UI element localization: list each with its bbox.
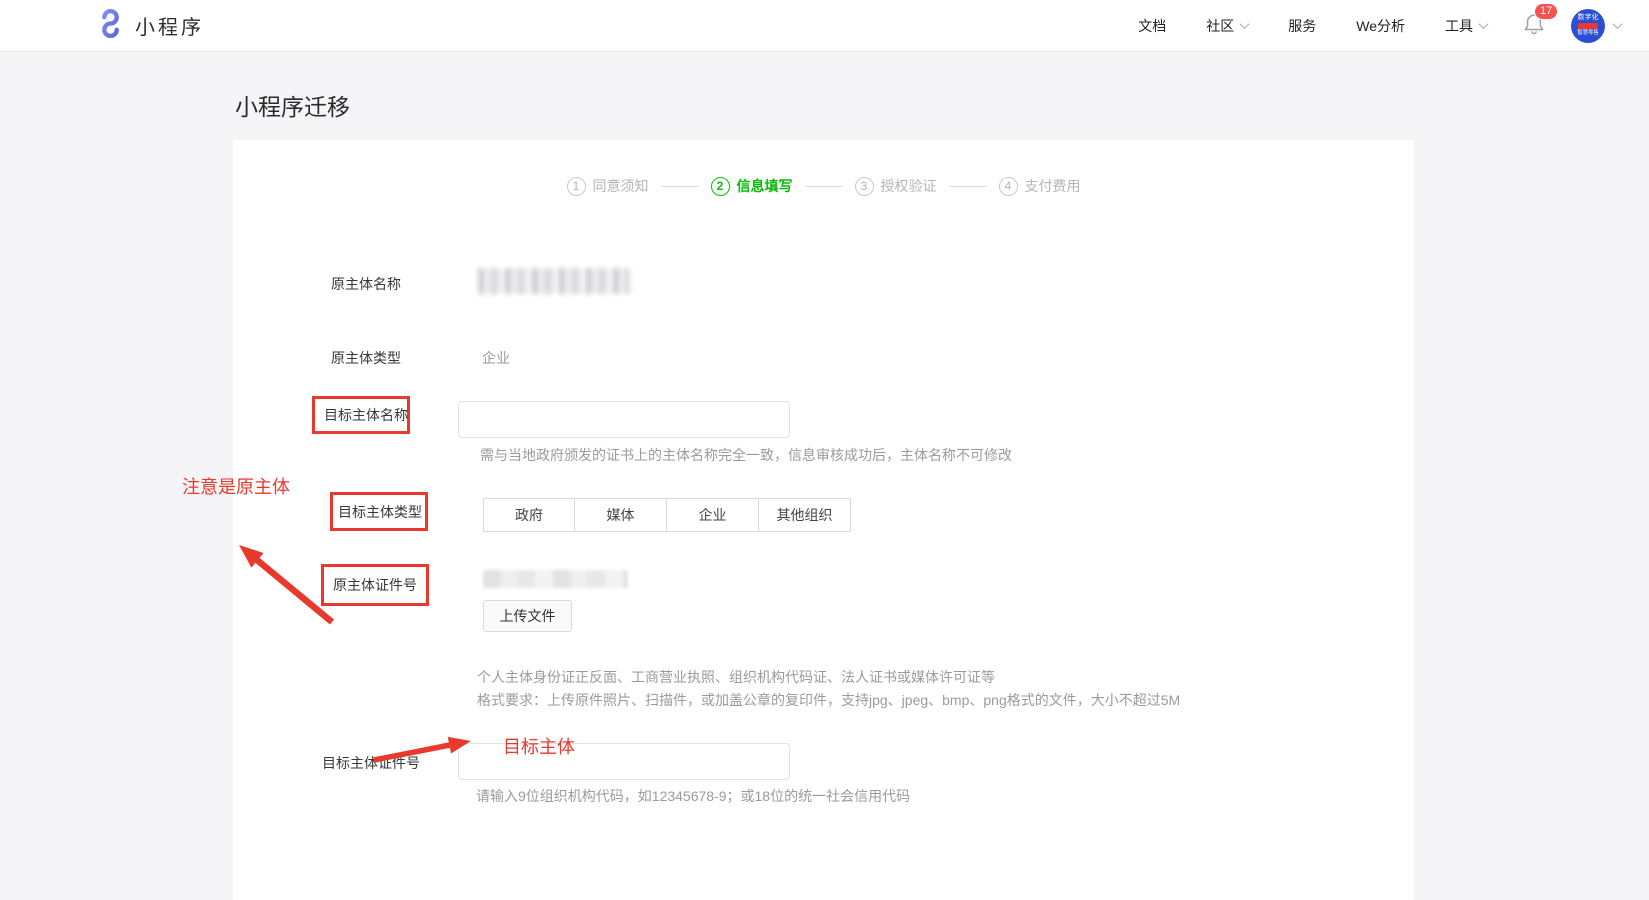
step-pay-fee: 4 支付费用 <box>999 176 1081 196</box>
annotation-arrow-right-icon <box>366 728 481 770</box>
top-nav-bar: 小程序 文档 社区 服务 We分析 工具 17 数字化 智慧零售 <box>0 0 1649 52</box>
wizard-stepper: 1 同意须知 2 信息填写 3 授权验证 4 支付费用 <box>233 176 1414 196</box>
original-entity-type-label: 原主体类型 <box>331 348 401 368</box>
target-entity-type-selector: 政府 媒体 企业 其他组织 <box>483 498 851 532</box>
certificate-requirements-line1: 个人主体身份证正反面、工商营业执照、组织机构代码证、法人证书或媒体许可证等 <box>477 666 1180 689</box>
original-cert-number-label: 原主体证件号 <box>333 575 417 595</box>
original-entity-type-value: 企业 <box>482 348 510 368</box>
miniprogram-logo-icon <box>95 8 126 44</box>
brand-name: 小程序 <box>135 11 204 40</box>
target-entity-type-label-annotation-box: 目标主体类型 <box>330 492 428 531</box>
page-title: 小程序迁移 <box>235 88 350 122</box>
step-auth-verify: 3 授权验证 <box>855 176 937 196</box>
step-fill-info: 2 信息填写 <box>711 176 793 196</box>
nav-item-community[interactable]: 社区 <box>1186 16 1268 36</box>
stepper-divider <box>950 186 986 187</box>
nav-item-services[interactable]: 服务 <box>1268 16 1336 36</box>
bell-icon <box>1523 23 1545 40</box>
annotation-note-target-entity: 目标主体 <box>503 733 575 759</box>
upload-file-button[interactable]: 上传文件 <box>483 600 572 632</box>
original-entity-name-redacted-value <box>478 268 630 294</box>
notification-count-badge: 17 <box>1534 3 1558 20</box>
chevron-down-icon <box>1240 19 1250 29</box>
brand[interactable]: 小程序 <box>95 8 204 44</box>
migration-form-card: 1 同意须知 2 信息填写 3 授权验证 4 支付费用 原主体名称 原主体类型 … <box>233 140 1414 900</box>
chevron-down-icon[interactable] <box>1613 19 1623 29</box>
target-cert-number-hint: 请输入9位组织机构代码，如12345678-9；或18位的统一社会信用代码 <box>476 786 910 806</box>
certificate-requirements: 个人主体身份证正反面、工商营业执照、组织机构代码证、法人证书或媒体许可证等 格式… <box>477 666 1180 712</box>
account-avatar[interactable]: 数字化 智慧零售 <box>1571 9 1605 43</box>
original-cert-number-redacted-value <box>483 570 628 588</box>
notifications-button[interactable]: 17 <box>1523 11 1545 41</box>
type-option-enterprise[interactable]: 企业 <box>667 498 759 532</box>
annotation-arrow-up-left-icon <box>228 536 343 636</box>
header-nav: 文档 社区 服务 We分析 工具 17 数字化 智慧零售 <box>1118 9 1621 43</box>
target-entity-name-hint: 需与当地政府颁发的证书上的主体名称完全一致，信息审核成功后，主体名称不可修改 <box>480 445 1012 465</box>
type-option-government[interactable]: 政府 <box>483 498 575 532</box>
type-option-media[interactable]: 媒体 <box>575 498 667 532</box>
nav-item-docs[interactable]: 文档 <box>1118 16 1186 36</box>
nav-item-tools[interactable]: 工具 <box>1425 16 1507 36</box>
target-entity-name-label: 目标主体名称 <box>324 405 408 425</box>
target-entity-name-input[interactable] <box>458 401 790 438</box>
chevron-down-icon <box>1479 19 1489 29</box>
original-entity-name-label: 原主体名称 <box>331 274 401 294</box>
nav-item-we-analytics[interactable]: We分析 <box>1336 16 1425 36</box>
certificate-requirements-line2: 格式要求：上传原件照片、扫描件，或加盖公章的复印件，支持jpg、jpeg、bmp… <box>477 689 1180 712</box>
type-option-other-org[interactable]: 其他组织 <box>759 498 851 532</box>
stepper-divider <box>662 186 698 187</box>
annotation-note-original-entity: 注意是原主体 <box>182 473 290 499</box>
target-entity-type-label: 目标主体类型 <box>338 502 422 522</box>
stepper-divider <box>806 186 842 187</box>
avatar-band <box>1578 23 1598 29</box>
target-entity-name-label-annotation-box: 目标主体名称 <box>312 396 410 434</box>
step-agree-notice: 1 同意须知 <box>567 176 649 196</box>
